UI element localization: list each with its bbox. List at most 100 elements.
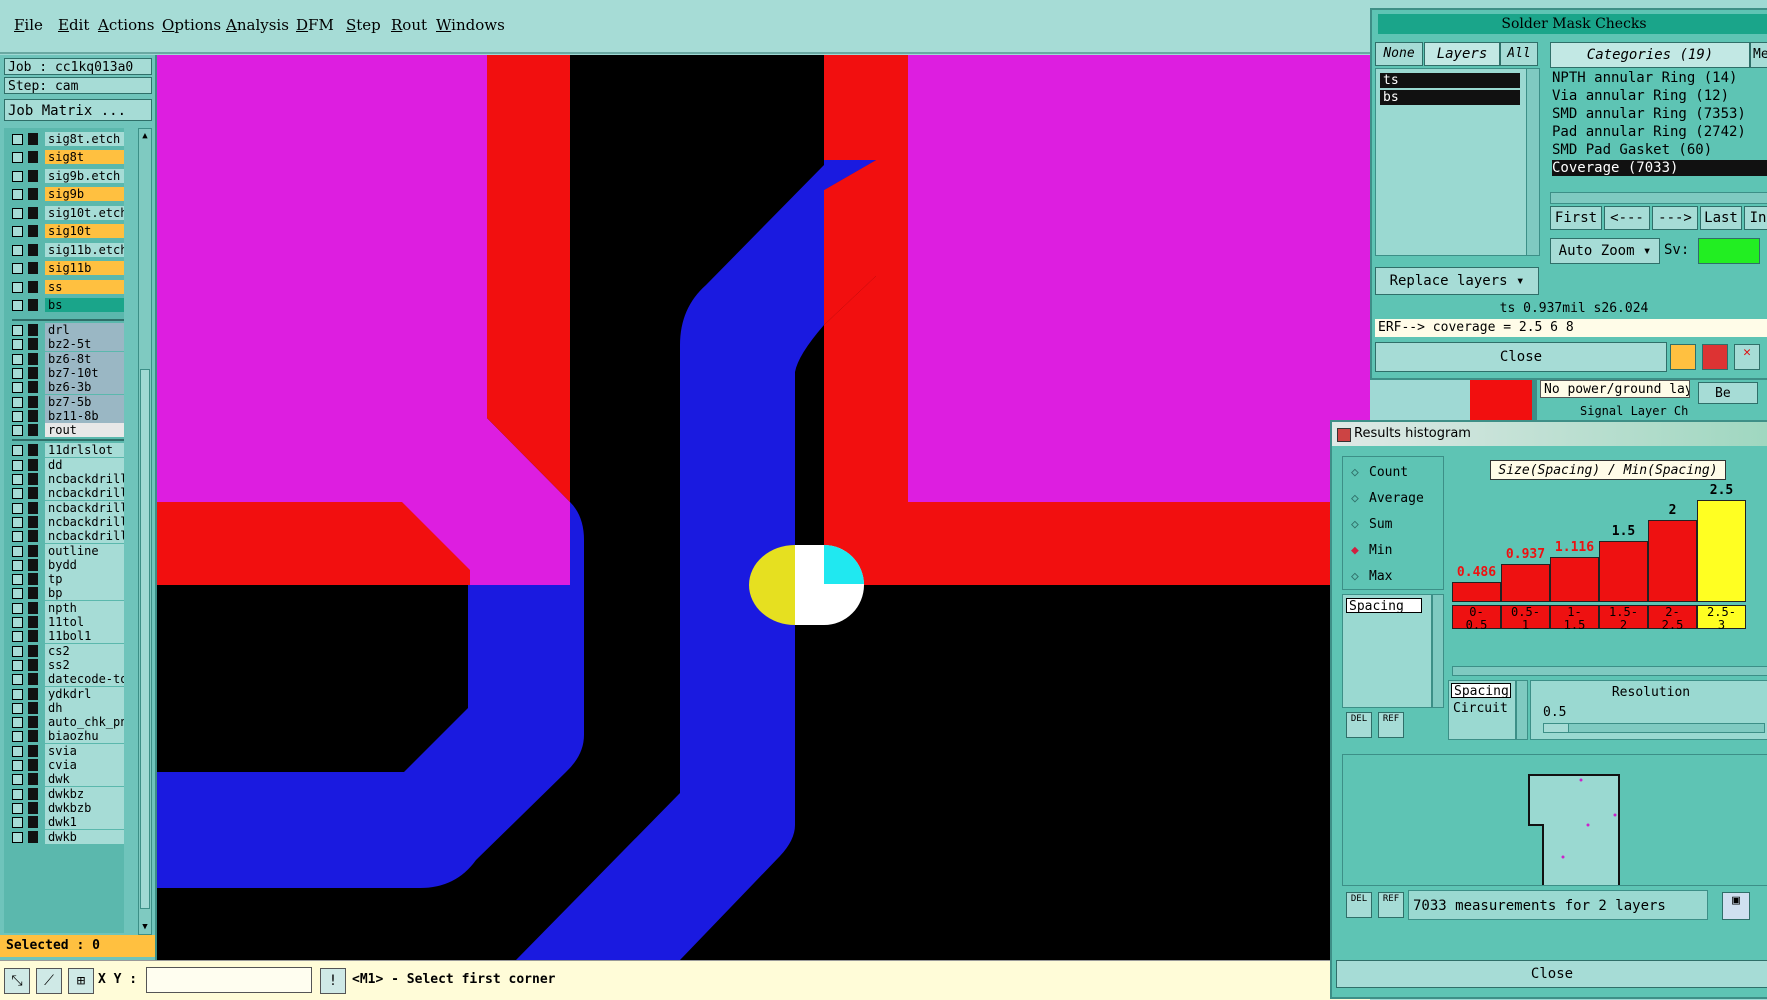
none-button[interactable]: None — [1375, 42, 1423, 66]
layer-checkbox[interactable] — [12, 300, 23, 311]
histogram-bar[interactable] — [1648, 520, 1697, 602]
layer-name[interactable]: outline — [45, 543, 124, 558]
replace-layers-dropdown[interactable]: Replace layers ▾ — [1375, 267, 1539, 295]
layer-checkbox[interactable] — [12, 617, 23, 628]
tab-categories[interactable]: Categories (19) — [1550, 42, 1750, 68]
tab-me[interactable]: Me — [1750, 42, 1767, 68]
layer-name[interactable]: auto_chk_pn — [45, 715, 124, 730]
layer-row[interactable]: bz7-10t — [8, 365, 124, 380]
layer-name[interactable]: dd — [45, 457, 124, 472]
layer-checkbox[interactable] — [12, 659, 23, 671]
layer-checkbox[interactable] — [12, 817, 23, 829]
layer-name[interactable]: ss — [45, 280, 124, 294]
del-button[interactable]: DEL — [1346, 712, 1372, 738]
layer-row[interactable]: bz11-8b — [8, 408, 124, 423]
layer-row[interactable]: tp — [8, 572, 124, 587]
layer-row[interactable]: sig10t.etch — [8, 206, 124, 220]
layer-row[interactable]: bz2-5t — [8, 337, 124, 352]
categories-hscroll[interactable] — [1550, 192, 1767, 204]
layer-row[interactable]: ncbackdrill — [8, 529, 124, 544]
xy-input[interactable] — [146, 967, 312, 993]
layer-row[interactable]: bz6-3b — [8, 380, 124, 395]
layer-row[interactable]: ydkdrl — [8, 686, 124, 701]
resolution-slider[interactable] — [1543, 723, 1765, 733]
layer-row[interactable]: rout — [8, 423, 124, 438]
layer-row[interactable]: dwkbz — [8, 786, 124, 801]
layer-checkbox[interactable] — [12, 831, 23, 843]
layer-row[interactable]: ss2 — [8, 657, 124, 672]
layer-row[interactable]: sig11b.etch — [8, 243, 124, 257]
layer-row[interactable]: npth — [8, 600, 124, 615]
nav-button[interactable]: In — [1744, 206, 1767, 230]
layer-checkbox[interactable] — [12, 339, 23, 351]
layer-name[interactable]: sig9b.etch — [45, 169, 124, 183]
job-matrix-button[interactable]: Job Matrix ... — [4, 99, 152, 121]
layer-name[interactable]: bydd — [45, 557, 124, 572]
type-item-spacing[interactable]: Spacing — [1451, 683, 1511, 699]
histogram-bar[interactable] — [1452, 582, 1501, 602]
layer-row[interactable]: bs — [8, 298, 124, 312]
layer-checkbox[interactable] — [12, 702, 23, 714]
layer-checkbox[interactable] — [12, 425, 23, 437]
category-item[interactable]: Pad annular Ring (2742) — [1552, 124, 1767, 140]
layer-checkbox[interactable] — [12, 688, 23, 700]
layer-checkbox[interactable] — [12, 645, 23, 657]
board-preview[interactable] — [1342, 754, 1767, 901]
layer-checkbox[interactable] — [12, 745, 23, 757]
mode-radio[interactable]: ◇ Count — [1349, 463, 1408, 483]
type-item-circuit[interactable]: Circuit — [1453, 701, 1508, 716]
layer-row[interactable]: dwkb — [8, 829, 124, 844]
layer-name[interactable]: npth — [45, 600, 124, 615]
layer-checkbox[interactable] — [12, 602, 23, 614]
layer-name[interactable]: bz7-5b — [45, 394, 124, 409]
layer-checkbox[interactable] — [12, 760, 23, 771]
layer-row[interactable]: 11tol — [8, 615, 124, 629]
layer-name[interactable]: ncbackdrill — [45, 486, 124, 501]
nav-button[interactable]: First — [1550, 206, 1602, 230]
layer-checkbox[interactable] — [12, 282, 23, 293]
layer-checkbox[interactable] — [12, 171, 23, 182]
layer-checkbox[interactable] — [12, 134, 23, 145]
layer-row[interactable]: sig11b — [8, 261, 124, 275]
layer-row[interactable]: bp — [8, 586, 124, 601]
layer-name[interactable]: rout — [45, 423, 124, 438]
mode-radio[interactable]: ◇ Max — [1349, 567, 1392, 587]
layer-row[interactable]: bydd — [8, 557, 124, 572]
menu-windows[interactable]: Windows — [436, 16, 505, 34]
layer-row[interactable]: svia — [8, 743, 124, 758]
erase-icon[interactable]: ✕ — [1734, 344, 1760, 370]
preview-ref-button[interactable]: REF — [1378, 892, 1404, 918]
menu-file[interactable]: File — [14, 16, 43, 34]
layer-checkbox[interactable] — [12, 774, 23, 786]
histogram-bar[interactable] — [1501, 563, 1550, 602]
ref-button[interactable]: REF — [1378, 712, 1404, 738]
layer-name[interactable]: ydkdrl — [45, 686, 124, 701]
layer-row[interactable]: dwkbzb — [8, 800, 124, 815]
layer-item-bs[interactable]: bs — [1380, 90, 1520, 105]
layer-checkbox[interactable] — [12, 516, 23, 528]
layer-checkbox[interactable] — [12, 474, 23, 485]
layer-name[interactable]: sig9b — [45, 187, 124, 201]
category-item[interactable]: SMD Pad Gasket (60) — [1552, 142, 1767, 158]
layer-name[interactable]: bz6-3b — [45, 380, 124, 395]
layer-checkbox[interactable] — [12, 674, 23, 686]
layer-name[interactable]: svia — [45, 743, 124, 758]
histogram-close-button[interactable]: Close — [1336, 960, 1767, 988]
category-item[interactable]: Via annular Ring (12) — [1552, 88, 1767, 104]
layer-row[interactable]: 11drlslot — [8, 443, 124, 458]
scroll-down-icon[interactable]: ▼ — [140, 922, 150, 932]
layer-checkbox[interactable] — [12, 410, 23, 422]
export-icon[interactable]: ▣ — [1722, 892, 1750, 920]
report-icon[interactable] — [1702, 344, 1728, 370]
category-list-vscroll[interactable] — [1516, 680, 1528, 740]
histogram-bar[interactable] — [1697, 500, 1746, 602]
layer-row[interactable]: dwk — [8, 772, 124, 787]
layer-name[interactable]: sig8t.etch — [45, 132, 124, 146]
layer-row[interactable]: dh — [8, 700, 124, 715]
layer-row[interactable]: sig9b.etch — [8, 169, 124, 183]
layer-selection-list[interactable]: ts bs — [1375, 68, 1527, 256]
layer-checkbox[interactable] — [12, 152, 23, 163]
layer-name[interactable]: bz2-5t — [45, 337, 124, 352]
layer-row[interactable]: ss — [8, 280, 124, 294]
layer-checkbox[interactable] — [12, 208, 23, 219]
